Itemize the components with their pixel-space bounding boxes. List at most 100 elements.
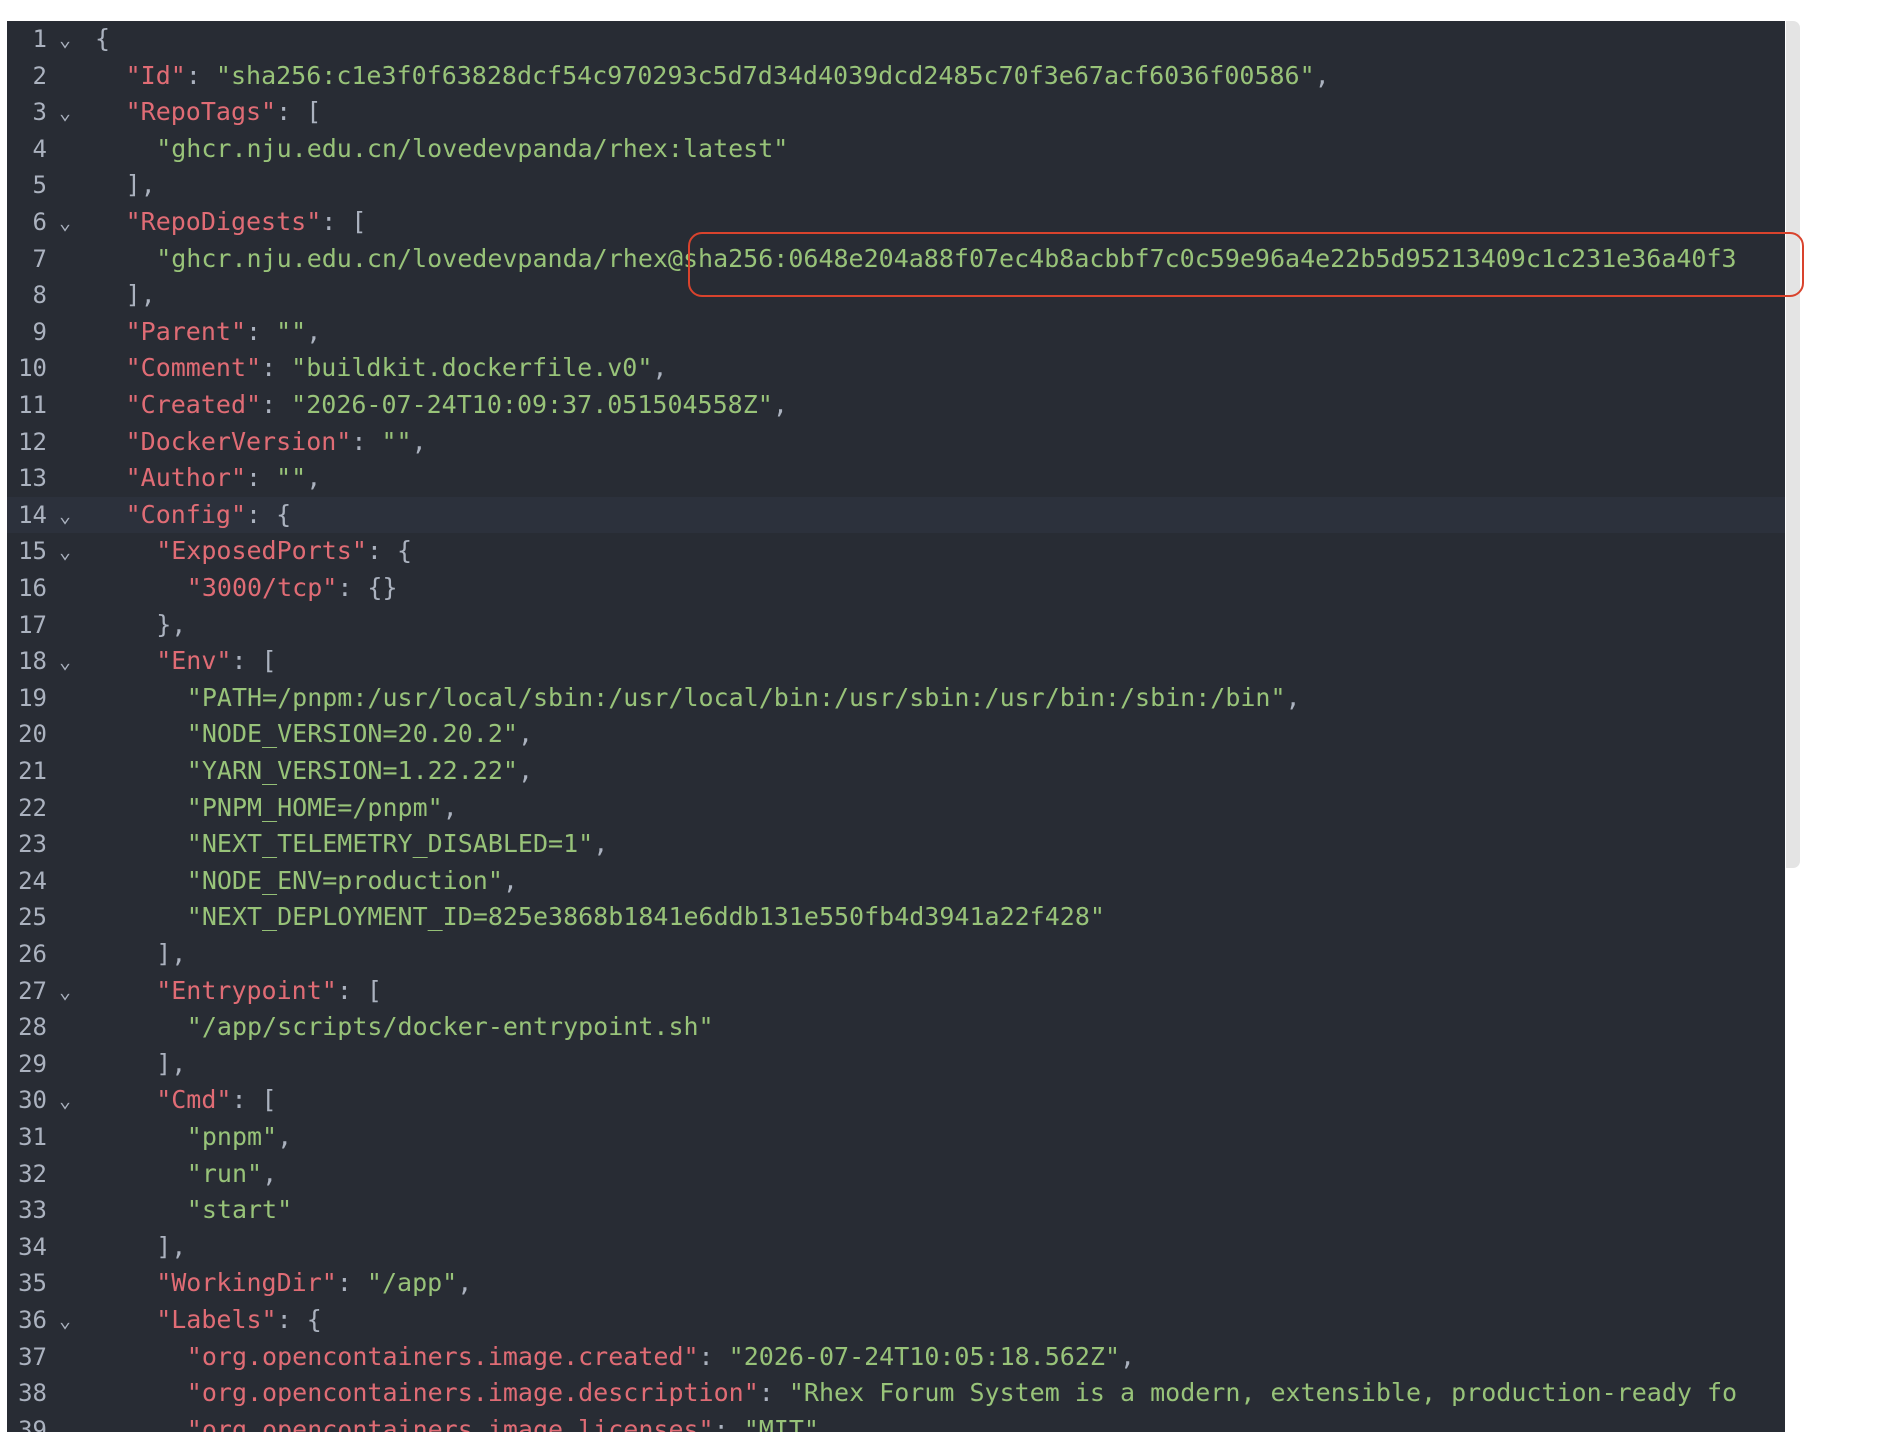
code-line[interactable]: 32 "run", [7, 1156, 1785, 1193]
code-line[interactable]: 16 "3000/tcp": {} [7, 570, 1785, 607]
code-line[interactable]: 30 ⌄ "Cmd": [ [7, 1082, 1785, 1119]
json-punctuation: : { [276, 1305, 322, 1334]
code-text: "PNPM_HOME=/pnpm", [187, 790, 458, 827]
fold-chevron-icon[interactable]: ⌄ [53, 533, 77, 570]
line-number: 1 [32, 25, 47, 53]
line-number: 38 [18, 1379, 47, 1408]
code-line[interactable]: 17}, [7, 607, 1785, 644]
code-text: "org.opencontainers.image.description": … [187, 1375, 1737, 1412]
code-line[interactable]: 33 "start" [7, 1192, 1785, 1229]
fold-chevron-icon[interactable]: ⌄ [53, 1082, 77, 1119]
fold-chevron-icon[interactable]: ⌄ [53, 21, 77, 58]
line-number: 30 [18, 1086, 47, 1115]
code-line[interactable]: 36 ⌄ "Labels": { [7, 1302, 1785, 1339]
code-line[interactable]: 14 ⌄ "Config": { [7, 496, 1785, 534]
code-text: "DockerVersion": "", [126, 424, 427, 461]
json-key: "RepoTags" [125, 97, 277, 127]
code-line[interactable]: 8], [7, 277, 1785, 314]
json-code-editor[interactable]: 1 ⌄{2 "Id": "sha256:c1e3f0f63828dcf54c9702… [7, 21, 1785, 1432]
code-text: }, [156, 607, 186, 644]
json-key: "org.opencontainers.image.created" [186, 1341, 699, 1371]
code-line[interactable]: 21 "YARN_VERSION=1.22.22", [7, 753, 1785, 790]
line-number: 32 [18, 1159, 47, 1188]
line-number: 34 [18, 1232, 47, 1261]
line-number: 33 [18, 1196, 47, 1225]
code-line[interactable]: 15 ⌄ "ExposedPorts": { [7, 533, 1785, 570]
json-punctuation: ], [156, 1048, 187, 1078]
json-key: "Entrypoint" [156, 975, 337, 1005]
code-text: "Created": "2026-07-24T10:09:37.05150455… [126, 387, 788, 424]
fold-chevron-icon[interactable]: ⌄ [53, 1302, 77, 1339]
json-punctuation: : { [246, 499, 292, 529]
code-text: "YARN_VERSION=1.22.22", [187, 753, 533, 790]
json-key: "Config" [125, 499, 247, 529]
json-string: "start" [186, 1195, 293, 1225]
code-line[interactable]: 35 "WorkingDir": "/app", [7, 1265, 1785, 1302]
fold-chevron-icon[interactable]: ⌄ [53, 204, 77, 241]
code-text: ], [156, 1229, 186, 1266]
code-line[interactable]: 34], [7, 1229, 1785, 1266]
line-number: 37 [18, 1342, 47, 1371]
code-line[interactable]: 27 ⌄ "Entrypoint": [ [7, 973, 1785, 1010]
json-string: "2026-07-24T10:09:37.051504558Z" [291, 390, 773, 419]
json-key: "RepoDigests" [125, 207, 322, 236]
line-number: 27 [18, 976, 47, 1005]
code-line[interactable]: 31 "pnpm", [7, 1119, 1785, 1156]
json-punctuation: , [517, 756, 533, 785]
json-key: "Created" [125, 390, 262, 419]
json-punctuation: : [261, 390, 292, 419]
code-line[interactable]: 22 "PNPM_HOME=/pnpm", [7, 790, 1785, 827]
json-string: "2026-07-24T10:05:18.562Z" [728, 1341, 1120, 1371]
code-line[interactable]: 3 ⌄ "RepoTags": [ [7, 94, 1785, 131]
code-text: "Author": "", [126, 460, 322, 497]
json-string: "/app" [366, 1268, 458, 1298]
code-line[interactable]: 18 ⌄ "Env": [ [7, 643, 1785, 680]
code-text: "Env": [ [156, 643, 276, 680]
code-text: "RepoTags": [ [126, 94, 322, 131]
code-text: ], [126, 167, 156, 204]
code-line[interactable]: 4 "ghcr.nju.edu.cn/lovedevpanda/rhex:late… [7, 131, 1785, 168]
code-line[interactable]: 11 "Created": "2026-07-24T10:09:37.051504… [7, 387, 1785, 424]
fold-chevron-icon[interactable]: ⌄ [53, 94, 77, 131]
code-line[interactable]: 1 ⌄ { [7, 21, 1785, 58]
code-line[interactable]: 38 "org.opencontainers.image.description"… [7, 1375, 1785, 1412]
json-punctuation: : [698, 1341, 729, 1371]
line-number: 15 [18, 537, 47, 566]
code-line[interactable]: 10 "Comment": "buildkit.dockerfile.v0", [7, 350, 1785, 387]
code-line[interactable]: 9 "Parent": "", [7, 314, 1785, 351]
line-number: 25 [18, 903, 47, 932]
line-number: 8 [32, 281, 47, 310]
code-line[interactable]: 2 "Id": "sha256:c1e3f0f63828dcf54c970293c… [7, 58, 1785, 95]
json-string: "/app/scripts/docker-entrypoint.sh" [186, 1012, 714, 1042]
code-line[interactable]: 26], [7, 936, 1785, 973]
code-text: ], [126, 277, 156, 314]
fold-chevron-icon[interactable]: ⌄ [53, 497, 77, 534]
code-line[interactable]: 6 ⌄ "RepoDigests": [ [7, 204, 1785, 241]
line-number: 31 [18, 1123, 47, 1151]
code-line[interactable]: 24 "NODE_ENV=production", [7, 863, 1785, 900]
code-line[interactable]: 20 "NODE_VERSION=20.20.2", [7, 716, 1785, 753]
code-line[interactable]: 29], [7, 1046, 1785, 1083]
json-punctuation: : [ [321, 207, 367, 236]
code-line[interactable]: 25 "NEXT_DEPLOYMENT_ID=825e3868b1841e6ddb… [7, 899, 1785, 936]
json-string: "sha256:c1e3f0f63828dcf54c970293c5d7d34d… [215, 60, 1315, 90]
json-punctuation: , [457, 1268, 473, 1298]
vertical-scrollbar[interactable] [1786, 21, 1800, 868]
code-line[interactable]: 12 "DockerVersion": "", [7, 424, 1785, 461]
code-line[interactable]: 23 "NEXT_TELEMETRY_DISABLED=1", [7, 826, 1785, 863]
code-line[interactable]: 13 "Author": "", [7, 460, 1785, 497]
json-punctuation: , [772, 390, 788, 419]
code-line[interactable]: 19 "PATH=/pnpm:/usr/local/sbin:/usr/local… [7, 680, 1785, 717]
fold-chevron-icon[interactable]: ⌄ [53, 973, 77, 1010]
code-text: "RepoDigests": [ [126, 204, 367, 241]
code-line[interactable]: 37 "org.opencontainers.image.created": "2… [7, 1339, 1785, 1376]
line-number: 14 [18, 500, 47, 529]
code-line[interactable]: 7 "ghcr.nju.edu.cn/lovedevpanda/rhex@sha2… [7, 241, 1785, 278]
code-line[interactable]: 28 "/app/scripts/docker-entrypoint.sh" [7, 1009, 1785, 1046]
json-punctuation: ], [156, 939, 187, 968]
json-key: "org.opencontainers.image.licenses" [186, 1414, 714, 1432]
code-line[interactable]: 5], [7, 167, 1785, 204]
line-number: 29 [18, 1049, 47, 1078]
fold-chevron-icon[interactable]: ⌄ [53, 643, 77, 680]
code-line[interactable]: 39 "org.opencontainers.image.licenses": "… [7, 1412, 1785, 1432]
